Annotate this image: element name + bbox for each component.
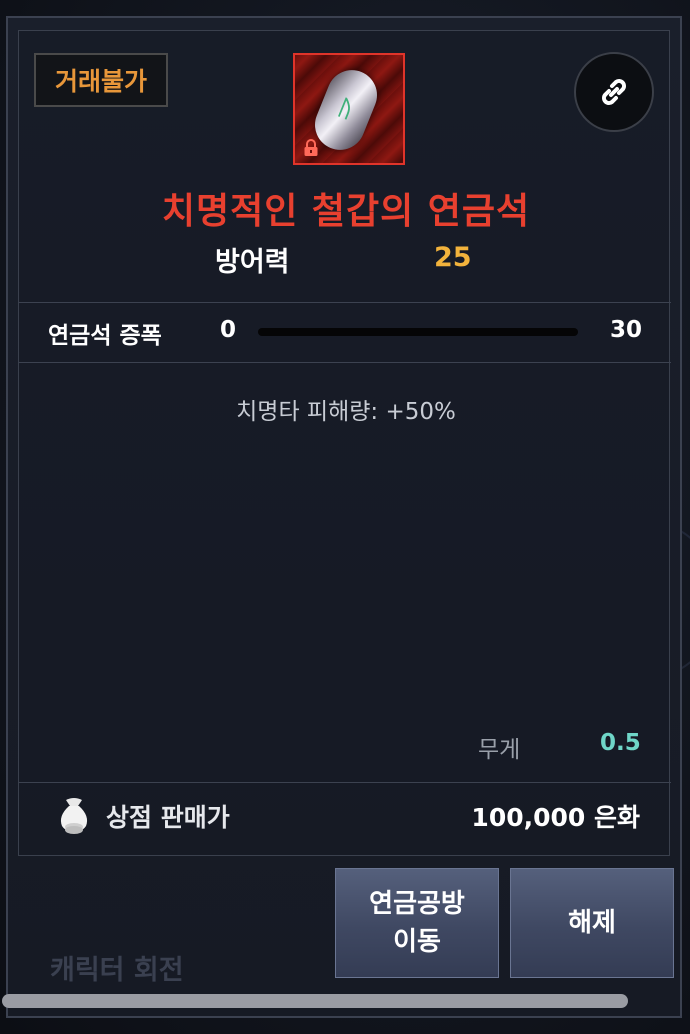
divider	[19, 782, 671, 783]
shop-sell-label: 상점 판매가	[106, 803, 230, 832]
amplification-max: 30	[610, 317, 643, 343]
effect-text: 치명타 피해량: +50%	[236, 399, 456, 425]
character-rotate-label: 캐릭터 회전	[50, 955, 184, 986]
release-button[interactable]: 해제	[510, 868, 674, 978]
horizontal-scrollbar[interactable]	[2, 994, 628, 1008]
item-name: 치명적인 철갑의 연금석	[161, 191, 531, 232]
amplification-label: 연금석 증폭	[48, 323, 162, 349]
weight-label: 무게	[478, 737, 521, 763]
defense-value: 25	[434, 242, 472, 273]
divider	[19, 362, 671, 363]
amplification-bar	[258, 328, 578, 336]
link-icon	[602, 79, 626, 105]
money-bag-icon	[60, 798, 88, 834]
weight-value: 0.5	[600, 730, 641, 756]
defense-label: 방어력	[215, 247, 290, 278]
link-button[interactable]	[574, 52, 654, 132]
alchemy-stone-icon: ᚢ	[293, 53, 405, 165]
lock-icon	[304, 139, 318, 156]
screen: 거래불가 ᚢ 치명적인 철갑의 연금석 방어력 25 연금석 증폭 0 30 치…	[0, 0, 690, 1034]
trade-status-badge: 거래불가	[34, 53, 168, 107]
alchemy-workshop-button[interactable]: 연금공방 이동	[335, 868, 499, 978]
amplification-min: 0	[220, 317, 237, 343]
item-tooltip: 거래불가 ᚢ 치명적인 철갑의 연금석 방어력 25 연금석 증폭 0 30 치…	[6, 16, 682, 1018]
divider	[19, 302, 671, 303]
shop-sell-value: 100,000 은화	[471, 803, 640, 832]
